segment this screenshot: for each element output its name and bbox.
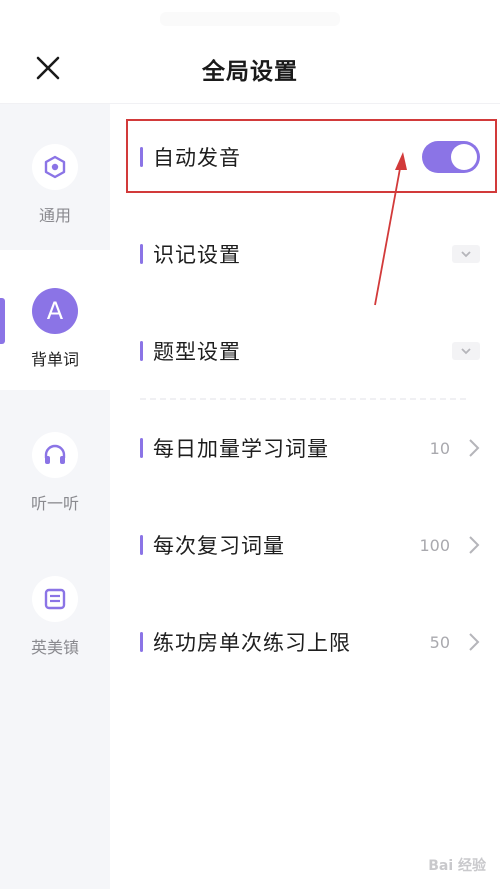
daily-words-label: 每日加量学习词量 [153, 437, 329, 461]
toggle-knob [451, 144, 477, 170]
daily-words-value: 10 [429, 438, 450, 458]
sidebar-item-general[interactable]: 通用 [0, 106, 110, 246]
sidebar-item-label: 听一听 [30, 494, 79, 513]
chevron-right-icon [469, 439, 480, 457]
sidebar-item-listen[interactable]: 听一听 [0, 394, 110, 534]
row-marker [140, 341, 143, 361]
sidebar-item-label: 英美镇 [30, 638, 79, 657]
auto-pronounce-row: 自动发音 [140, 132, 480, 182]
review-words-label: 每次复习词量 [153, 534, 285, 558]
practice-limit-row[interactable]: 练功房单次练习上限 50 [140, 617, 480, 667]
practice-limit-label: 练功房单次练习上限 [153, 631, 351, 655]
review-words-value: 100 [419, 535, 450, 555]
chevron-right-icon [469, 633, 480, 651]
sidebar-item-vocabulary[interactable]: A 背单词 [0, 250, 110, 390]
chevron-down-icon [461, 251, 471, 258]
question-type-row[interactable]: 题型设置 [140, 326, 480, 376]
practice-limit-value: 50 [429, 632, 450, 652]
divider [140, 398, 466, 400]
sidebar-item-label: 背单词 [30, 350, 79, 369]
letter-a-icon: A [32, 288, 78, 334]
status-bar [160, 12, 340, 26]
row-marker [140, 632, 143, 652]
auto-pronounce-label: 自动发音 [153, 146, 241, 170]
review-words-row[interactable]: 每次复习词量 100 [140, 520, 480, 570]
auto-pronounce-toggle[interactable] [422, 141, 480, 173]
row-marker [140, 244, 143, 264]
sidebar: 通用 A 背单词 听一听 英美镇 [0, 104, 110, 889]
sidebar-item-label: 通用 [38, 206, 71, 225]
question-type-label: 题型设置 [153, 340, 241, 364]
watermark-text: Bai 经验 [428, 858, 486, 874]
book-icon [32, 576, 78, 622]
sidebar-item-town[interactable]: 英美镇 [0, 538, 110, 678]
expand-button[interactable] [452, 245, 480, 263]
headphones-icon [32, 432, 78, 478]
header: 全局设置 [0, 0, 500, 104]
page-title: 全局设置 [202, 59, 298, 85]
daily-words-row[interactable]: 每日加量学习词量 10 [140, 423, 480, 473]
row-marker [140, 147, 143, 167]
row-marker [140, 438, 143, 458]
row-marker [140, 535, 143, 555]
memory-settings-row[interactable]: 识记设置 [140, 229, 480, 279]
watermark: Bai 经验 [428, 855, 486, 875]
active-indicator [0, 298, 5, 344]
chevron-down-icon [461, 348, 471, 355]
chevron-right-icon [469, 536, 480, 554]
expand-button[interactable] [452, 342, 480, 360]
settings-list: 自动发音 识记设置 题型设置 每日加量学习词量 10 每次复习词量 100 练功… [110, 104, 500, 889]
memory-settings-label: 识记设置 [153, 243, 241, 267]
settings-hexagon-icon [32, 144, 78, 190]
